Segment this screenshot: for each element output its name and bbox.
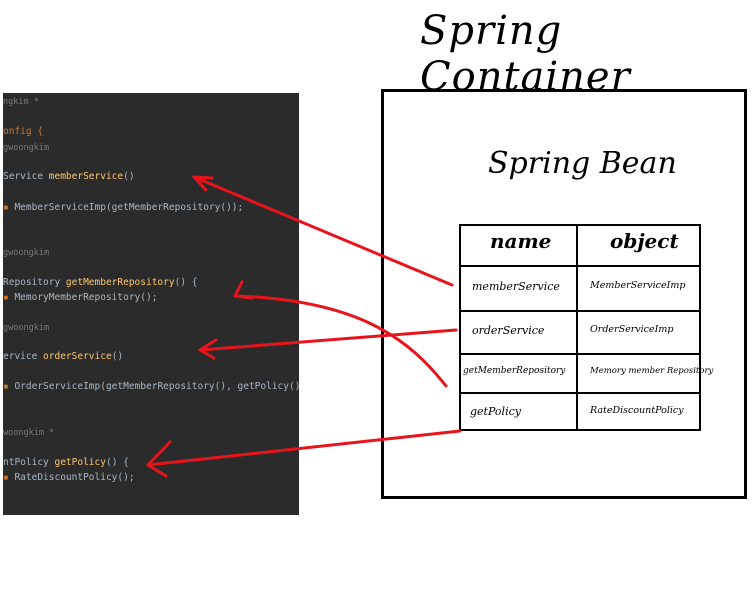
- arrowhead-get-policy: [146, 440, 172, 478]
- arrows-layer: [146, 175, 462, 478]
- arrow-member-service: [192, 175, 454, 287]
- arrow-get-policy: [146, 429, 462, 467]
- arrow-order-service: [198, 328, 458, 352]
- arrow-get-member-repository: [233, 294, 448, 388]
